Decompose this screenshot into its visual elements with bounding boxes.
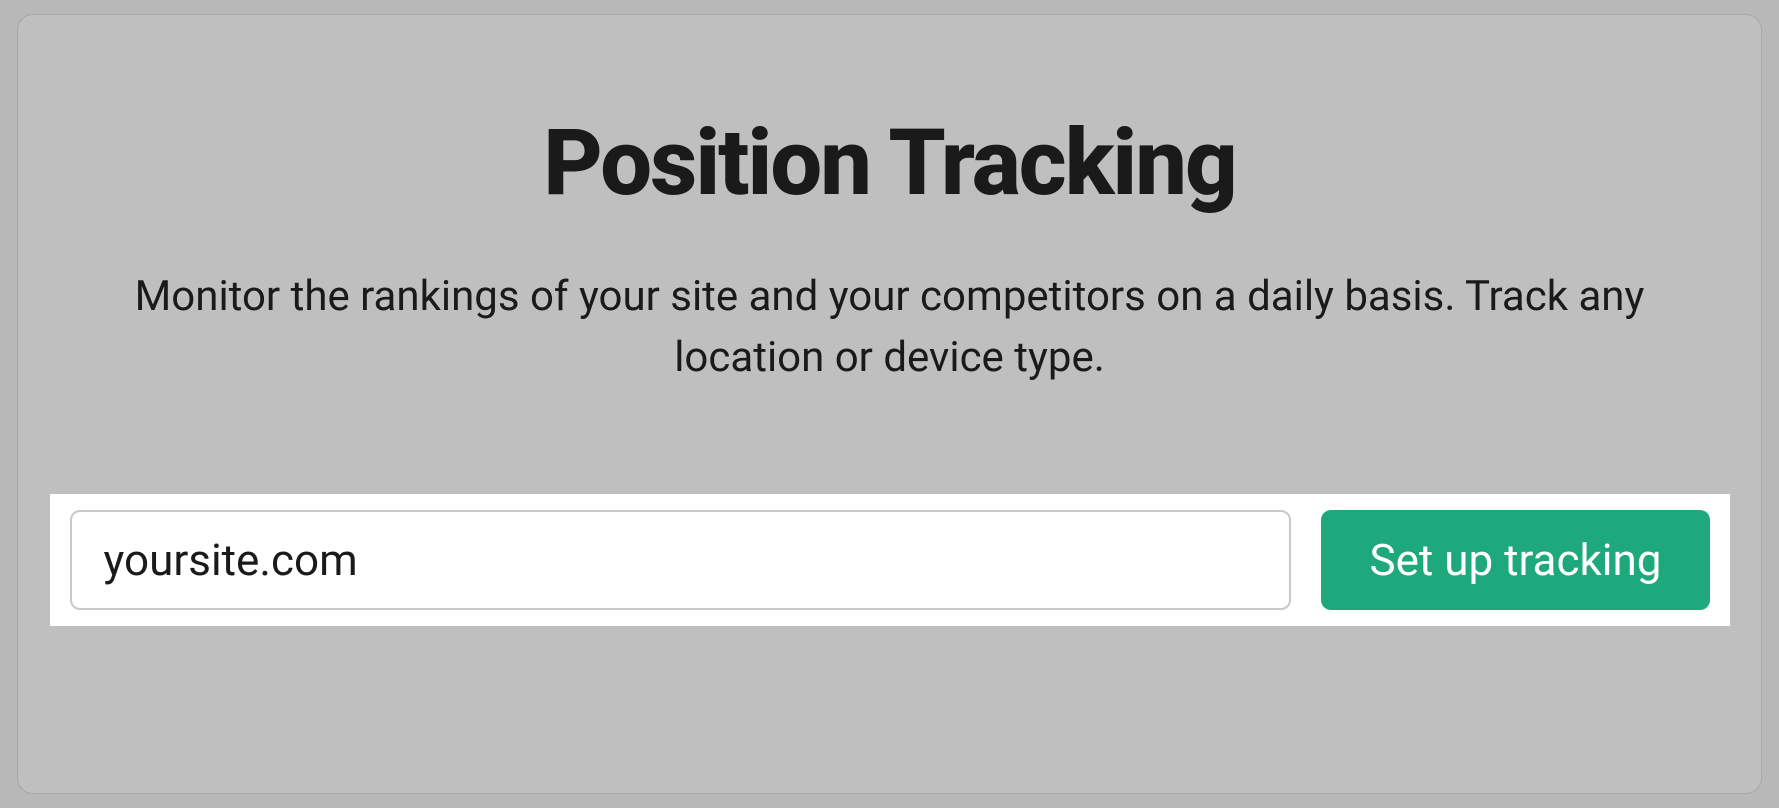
domain-input[interactable] [70,510,1292,610]
tracking-form: Set up tracking [50,494,1730,626]
page-title: Position Tracking [543,110,1236,217]
position-tracking-card: Position Tracking Monitor the rankings o… [17,14,1762,794]
setup-tracking-button[interactable]: Set up tracking [1321,510,1709,610]
page-subtitle: Monitor the rankings of your site and yo… [80,267,1700,389]
